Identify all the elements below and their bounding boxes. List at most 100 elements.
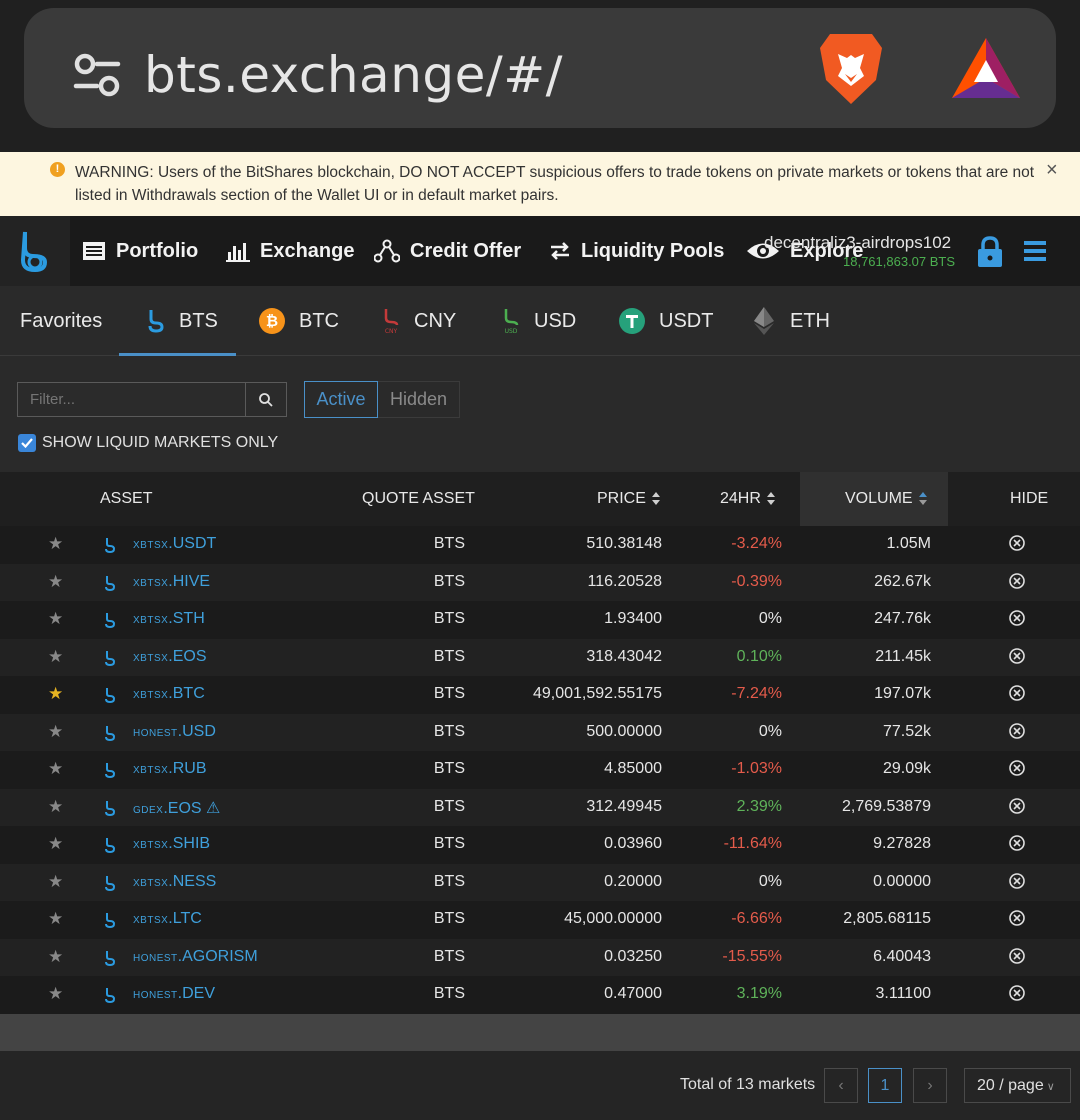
hide-market-icon[interactable] [1008,609,1026,627]
hide-market-icon[interactable] [1008,947,1026,965]
bat-triangle-icon[interactable] [950,36,1022,100]
nav-portfolio[interactable]: Portfolio [82,216,198,286]
table-row[interactable]: ★ HONEST.AGORISM BTS 0.03250 -15.55% 6.40043 [0,938,1080,976]
close-icon[interactable]: × [1046,159,1058,182]
search-button[interactable] [245,382,287,417]
asset-symbol: .EOS [168,647,207,665]
table-row[interactable]: ★ XBTSX.HIVE BTS 116.20528 -0.39% 262.67k [0,563,1080,601]
sort-icon [651,491,661,506]
favorites-tab[interactable]: Favorites [20,286,102,356]
tab-bts[interactable]: BTS [119,286,236,356]
hide-market-icon[interactable] [1008,872,1026,890]
bts-asset-icon [105,725,116,741]
account-name[interactable]: decentraliz3-airdrops102 [764,233,951,253]
star-icon[interactable]: ★ [48,722,63,742]
header-price-sort[interactable]: PRICE [597,490,661,508]
asset-link[interactable]: XBTSX.RUB [133,760,207,778]
prev-page-button[interactable]: ‹ [824,1068,858,1103]
table-row[interactable]: ★ XBTSX.LTC BTS 45,000.00000 -6.66% 2,805.681… [0,901,1080,939]
page-1-button[interactable]: 1 [868,1068,902,1103]
quote-asset: BTS [433,610,465,627]
hide-market-icon[interactable] [1008,647,1026,665]
price-value: 4.85000 [604,760,662,777]
table-row[interactable]: ★ XBTSX.STH BTS 1.93400 0% 247.76k [0,601,1080,639]
asset-prefix: XBTSX [133,915,169,926]
asset-symbol: .USDT [168,535,217,552]
menu-icon[interactable] [1024,240,1046,262]
star-icon[interactable]: ★ [48,572,63,592]
hide-market-icon[interactable] [1008,684,1026,702]
filter-input[interactable] [17,382,246,417]
table-row[interactable]: ★ XBTSX.RUB BTS 4.85000 -1.03% 29.09k [0,751,1080,789]
star-icon[interactable]: ★ [48,759,63,779]
hide-market-icon[interactable] [1008,759,1026,777]
asset-link[interactable]: GDEX.EOS ⚠ [133,798,220,818]
table-row[interactable]: ★ XBTSX.BTC BTS 49,001,592.55175 -7.24% 197.0… [0,676,1080,714]
asset-link[interactable]: XBTSX.STH [133,610,205,628]
hide-market-icon[interactable] [1008,834,1026,852]
star-icon[interactable]: ★ [48,609,63,629]
asset-link[interactable]: XBTSX.NESS [133,873,216,891]
url-text[interactable]: bts.exchange/#/ [144,46,563,104]
asset-link[interactable]: HONEST.USD [133,723,216,741]
table-row[interactable]: ★ XBTSX.NESS BTS 0.20000 0% 0.00000 [0,863,1080,901]
nav-exchange[interactable]: Exchange [226,216,354,286]
table-row[interactable]: ★ HONEST.USD BTS 500.00000 0% 77.52k [0,713,1080,751]
hide-market-icon[interactable] [1008,984,1026,1002]
asset-prefix: XBTSX [133,877,169,889]
table-row[interactable]: ★ XBTSX.SHIB BTS 0.03960 -11.64% 9.27828 [0,826,1080,864]
asset-link[interactable]: HONEST.AGORISM [133,948,258,966]
asset-link[interactable]: XBTSX.EOS [133,648,207,666]
hide-market-icon[interactable] [1008,572,1026,590]
hide-market-icon[interactable] [1008,722,1026,740]
chevron-down-icon: ∨ [1043,1081,1055,1093]
star-icon[interactable]: ★ [48,684,63,704]
star-icon[interactable]: ★ [48,834,63,854]
page-size-select[interactable]: 20 / page ∨ [964,1068,1071,1103]
hide-market-icon[interactable] [1008,797,1026,815]
quote-asset: BTS [433,760,465,777]
asset-link[interactable]: XBTSX.LTC [133,910,202,928]
tab-eth[interactable]: ETH [752,286,830,356]
asset-link[interactable]: XBTSX.BTC [133,685,205,703]
brave-lion-icon[interactable] [818,30,884,106]
tab-usd[interactable]: USD USD [502,286,576,356]
tab-btc[interactable]: ₿ BTC [259,286,339,356]
next-page-button[interactable]: › [913,1068,947,1103]
tune-icon[interactable] [72,52,122,98]
table-row[interactable]: ★ GDEX.EOS ⚠ BTS 312.49945 2.39% 2,769.53879 [0,788,1080,826]
table-row[interactable]: ★ XBTSX.USDT BTS 510.38148 -3.24% 1.05M [0,526,1080,564]
lock-icon[interactable] [976,236,1004,268]
tab-cny[interactable]: CNY CNY [382,286,456,356]
tab-usdt[interactable]: USDT [619,286,713,356]
hide-market-icon[interactable] [1008,909,1026,927]
bts-asset-icon [105,575,116,591]
star-icon[interactable]: ★ [48,534,63,554]
star-icon[interactable]: ★ [48,947,63,967]
star-icon[interactable]: ★ [48,984,63,1004]
price-value: 116.20528 [587,572,662,590]
header-volume-sort[interactable]: VOLUME [845,490,928,508]
active-toggle[interactable]: Active [304,381,378,418]
header-24hr-sort[interactable]: 24HR [720,490,776,508]
nav-credit-offer[interactable]: Credit Offer [374,216,521,286]
hide-market-icon[interactable] [1008,534,1026,552]
asset-link[interactable]: HONEST.DEV [133,985,215,1003]
asset-link[interactable]: XBTSX.USDT [133,535,216,553]
star-icon[interactable]: ★ [48,872,63,892]
liquid-markets-checkbox[interactable] [18,434,36,452]
bitshares-logo[interactable] [0,216,70,286]
asset-link[interactable]: XBTSX.HIVE [133,573,210,591]
star-icon[interactable]: ★ [48,797,63,817]
hidden-toggle[interactable]: Hidden [378,381,460,418]
quote-asset: BTS [433,572,465,590]
asset-link[interactable]: XBTSX.SHIB [133,835,210,853]
star-icon[interactable]: ★ [48,909,63,929]
liquid-markets-label[interactable]: SHOW LIQUID MARKETS ONLY [42,434,278,452]
tab-usd-label: USD [534,309,577,332]
table-row[interactable]: ★ XBTSX.EOS BTS 318.43042 0.10% 211.45k [0,638,1080,676]
address-bar[interactable]: bts.exchange/#/ [24,8,1056,128]
star-icon[interactable]: ★ [48,647,63,667]
table-row[interactable]: ★ HONEST.DEV BTS 0.47000 3.19% 3.11100 [0,976,1080,1014]
nav-liquidity-pools[interactable]: Liquidity Pools [549,216,724,286]
